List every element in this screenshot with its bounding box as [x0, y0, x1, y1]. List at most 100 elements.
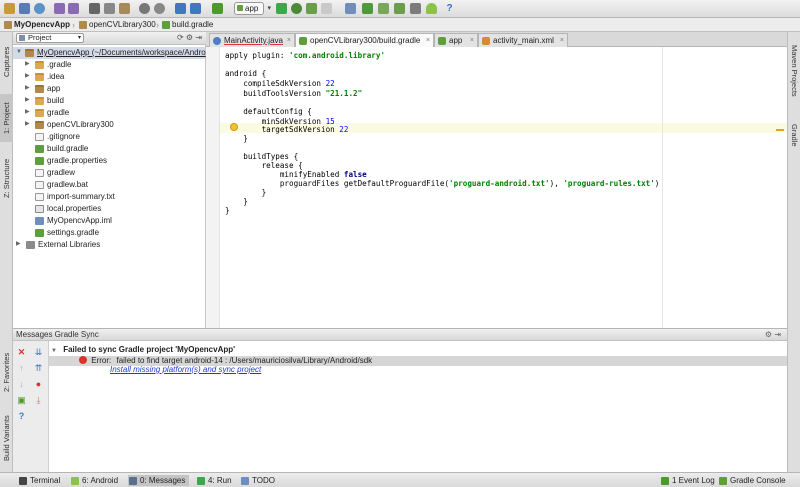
gradle-icon — [719, 477, 727, 485]
sync-failure-row[interactable]: ▼ Failed to sync Gradle project 'MyOpenc… — [51, 345, 235, 355]
collapse-arrow-icon[interactable]: ▶ — [25, 95, 33, 107]
project-view-select[interactable]: Project ▾ — [16, 33, 84, 43]
stop-icon[interactable] — [321, 3, 332, 14]
warning-stripe-marker[interactable] — [776, 129, 784, 131]
expand-arrow-icon[interactable]: ▼ — [16, 47, 24, 59]
close-icon[interactable]: × — [287, 34, 291, 47]
tool-button-event-log[interactable]: 1 Event Log — [660, 475, 715, 486]
collapse-arrow-icon[interactable]: ▶ — [25, 59, 33, 71]
replace-icon[interactable] — [154, 3, 165, 14]
tab-main-activity[interactable]: MainActivity.java × — [209, 33, 295, 47]
breadcrumb: MyOpencvApp › openCVLibrary300 › build.g… — [0, 18, 800, 32]
breadcrumb-separator: › — [156, 20, 159, 30]
tree-item-label: settings.gradle — [47, 228, 100, 237]
help-icon[interactable]: ? — [17, 412, 26, 421]
tree-item-root[interactable]: ▼ MyOpencvApp (~/Documents/workspace/And… — [13, 47, 206, 59]
left-tool-strip: Captures 1: Project Z: Structure 2: Favo… — [0, 32, 13, 472]
tool-button-messages[interactable]: 0: Messages — [128, 475, 190, 486]
tab-opencv-build-gradle[interactable]: openCVLibrary300/build.gradle × — [295, 33, 434, 47]
tab-activity-main[interactable]: activity_main.xml × — [478, 33, 568, 47]
collapse-all-icon[interactable]: ⇈ — [34, 364, 43, 373]
tool-tab-maven-projects[interactable]: Maven Projects — [788, 36, 800, 106]
tool-tab-build-variants[interactable]: Build Variants — [0, 408, 13, 468]
breadcrumb-item-project[interactable]: MyOpencvApp — [2, 19, 74, 31]
tree-item-label: .gitignore — [47, 132, 80, 141]
next-icon[interactable]: ↓ — [17, 380, 26, 389]
expand-all-icon[interactable]: ⇊ — [34, 348, 43, 357]
tool-tab-label: Gradle — [790, 123, 799, 147]
tool-button-run[interactable]: 4: Run — [196, 475, 232, 486]
install-platform-link[interactable]: Install missing platform(s) and sync pro… — [110, 365, 261, 374]
tool-button-terminal[interactable]: Terminal — [18, 475, 60, 486]
fix-link-row: Install missing platform(s) and sync pro… — [110, 365, 261, 375]
tab-app[interactable]: app × — [434, 33, 478, 47]
panel-settings-icon[interactable]: ⟳ ⚙ ⇥ — [177, 33, 202, 42]
close-icon[interactable]: × — [470, 34, 474, 47]
sdk-icon[interactable] — [394, 3, 405, 14]
previous-icon[interactable]: ↑ — [17, 364, 26, 373]
undo-icon[interactable] — [54, 3, 65, 14]
expand-arrow-icon[interactable]: ▼ — [51, 348, 57, 354]
paste-icon[interactable] — [119, 3, 130, 14]
collapse-arrow-icon[interactable]: ▶ — [25, 107, 33, 119]
tab-label: openCVLibrary300/build.gradle — [310, 36, 421, 45]
tool-button-label: 0: Messages — [140, 476, 186, 485]
tool-tab-gradle[interactable]: Gradle — [788, 118, 800, 152]
tool-tab-structure[interactable]: Z: Structure — [0, 148, 13, 208]
sync-icon[interactable] — [34, 3, 45, 14]
tool-tab-captures[interactable]: Captures — [0, 36, 13, 88]
tool-tab-label: Z: Structure — [2, 158, 11, 198]
module-folder-icon — [25, 49, 34, 57]
editor-gutter[interactable] — [206, 47, 220, 328]
close-icon[interactable]: × — [560, 34, 564, 47]
android-icon[interactable] — [426, 3, 437, 14]
tool-button-gradle-console[interactable]: Gradle Console — [718, 475, 786, 486]
gradle-file-icon — [162, 21, 170, 29]
cut-icon[interactable] — [89, 3, 100, 14]
run-icon[interactable] — [276, 3, 287, 14]
breadcrumb-item-file[interactable]: build.gradle — [160, 19, 217, 31]
build-icon[interactable] — [212, 3, 223, 14]
tree-item-label: MyOpencvApp.iml — [47, 216, 112, 225]
breadcrumb-item-module[interactable]: openCVLibrary300 — [77, 19, 160, 31]
open-icon[interactable] — [4, 3, 15, 14]
close-icon[interactable]: × — [426, 34, 430, 47]
tool-button-android[interactable]: 6: Android — [70, 475, 118, 486]
todo-icon — [241, 477, 249, 485]
messages-toolbar: ✕ ⇊ ↑ ⇈ ↓ ● ▣ ⤓ ? — [13, 341, 49, 472]
run-config-select[interactable]: app ▾ — [234, 2, 271, 15]
collapse-arrow-icon[interactable]: ▶ — [25, 71, 33, 83]
tool-button-todo[interactable]: TODO — [240, 475, 275, 486]
project-structure-icon[interactable] — [345, 3, 356, 14]
intention-bulb-icon[interactable] — [230, 123, 238, 131]
tool-tab-label: 1: Project — [2, 102, 11, 134]
filter-errors-icon[interactable]: ● — [34, 380, 43, 389]
debug-icon[interactable] — [291, 3, 302, 14]
tool-tab-label: Build Variants — [2, 415, 11, 461]
autoscroll-icon[interactable]: ⤓ — [34, 396, 43, 405]
tree-item-label: local.properties — [47, 204, 102, 213]
tool-tab-label: Captures — [2, 46, 11, 78]
right-margin-guide — [662, 47, 663, 328]
export-icon[interactable]: ▣ — [17, 396, 26, 405]
messages-panel-title: Messages Gradle Sync — [16, 330, 99, 339]
close-icon[interactable]: ✕ — [17, 348, 26, 357]
attach-icon[interactable] — [306, 3, 317, 14]
collapse-arrow-icon[interactable]: ▶ — [16, 239, 24, 251]
tool-tab-favorites[interactable]: 2: Favorites — [0, 344, 13, 400]
back-icon[interactable] — [175, 3, 186, 14]
gradle-sync-icon[interactable] — [362, 3, 373, 14]
forward-icon[interactable] — [190, 3, 201, 14]
help-icon[interactable]: ? — [444, 3, 455, 14]
tool-tab-project[interactable]: 1: Project — [0, 94, 13, 142]
avd-icon[interactable] — [378, 3, 389, 14]
monitor-icon[interactable] — [410, 3, 421, 14]
collapse-arrow-icon[interactable]: ▶ — [25, 119, 33, 131]
panel-settings-icon[interactable]: ⚙ ⇥ — [765, 329, 781, 341]
collapse-arrow-icon[interactable]: ▶ — [25, 83, 33, 95]
redo-icon[interactable] — [68, 3, 79, 14]
copy-icon[interactable] — [104, 3, 115, 14]
find-icon[interactable] — [139, 3, 150, 14]
save-icon[interactable] — [19, 3, 30, 14]
editor-tab-bar: MainActivity.java × openCVLibrary300/bui… — [206, 32, 787, 47]
